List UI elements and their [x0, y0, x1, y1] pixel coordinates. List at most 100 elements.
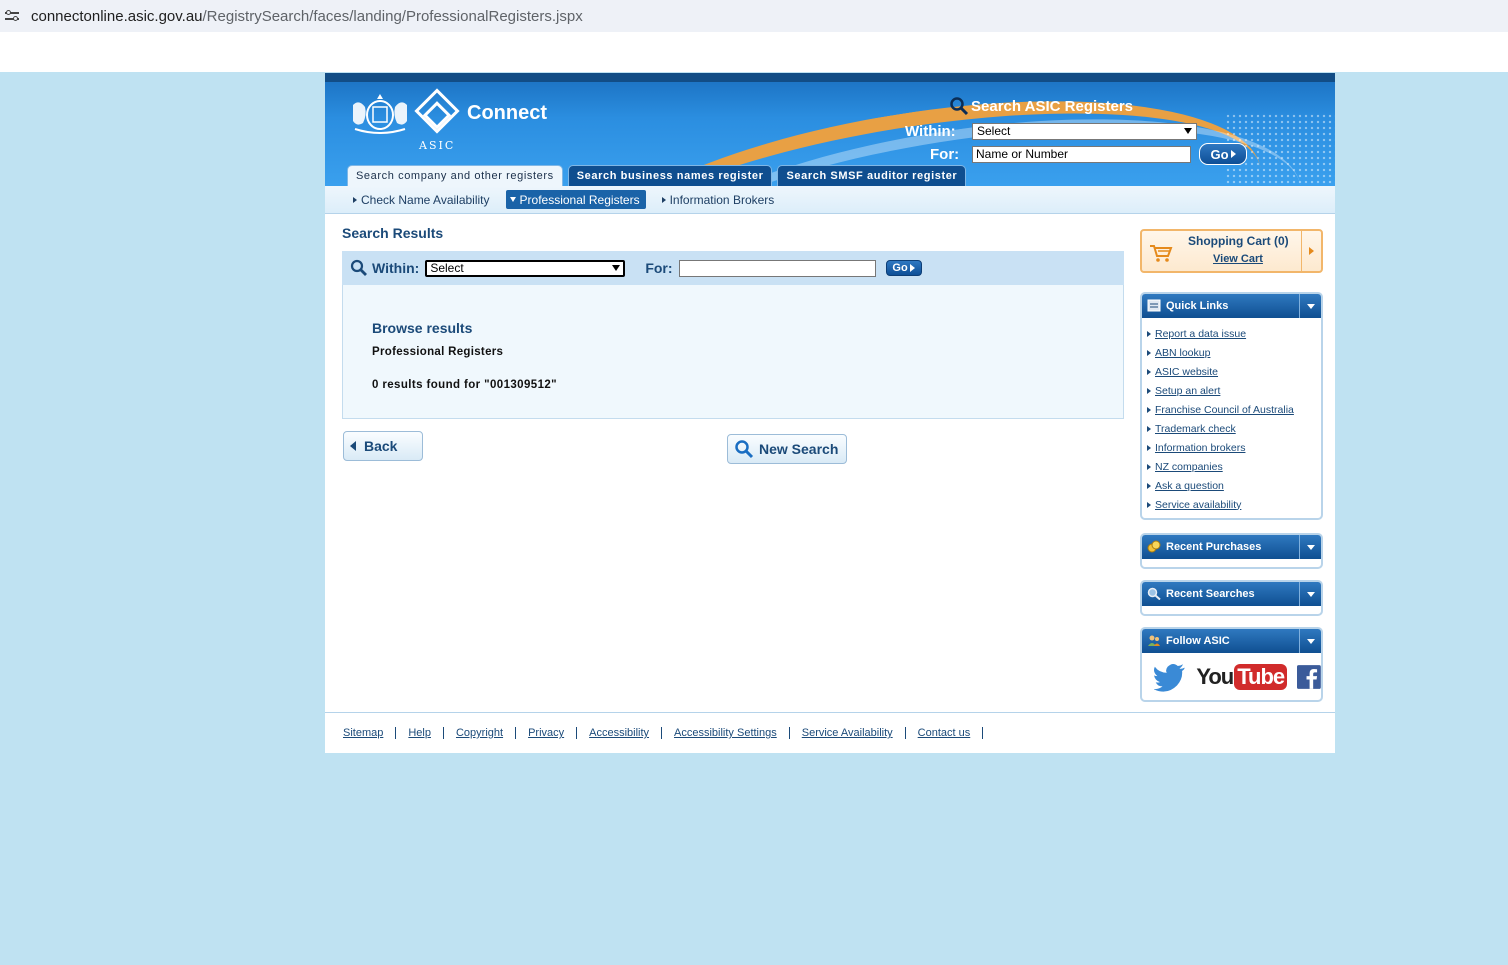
quick-link-information-brokers[interactable]: Information brokers — [1147, 438, 1321, 457]
search-icon — [950, 97, 969, 116]
header-for-input[interactable]: Name or Number — [972, 146, 1191, 163]
shopping-cart-box[interactable]: Shopping Cart (0) View Cart — [1140, 229, 1323, 273]
sub-navigation: Check Name Availability Professional Reg… — [325, 186, 1335, 214]
footer-link-copyright[interactable]: Copyright — [456, 727, 503, 739]
search-icon — [350, 259, 367, 276]
arrow-left-icon — [350, 441, 356, 451]
asic-logo-icon — [414, 88, 460, 134]
new-search-button[interactable]: New Search — [727, 434, 847, 464]
for-input[interactable] — [678, 259, 876, 277]
within-select[interactable]: Select — [425, 259, 626, 277]
site-info-icon[interactable] — [5, 10, 19, 22]
chevron-down-icon — [509, 197, 516, 202]
chevron-down-icon — [612, 264, 621, 271]
youtube-icon[interactable]: You Tube — [1196, 663, 1288, 690]
quick-link-report-data-issue[interactable]: Report a data issue — [1147, 324, 1321, 343]
quick-link-setup-alert[interactable]: Setup an alert — [1147, 381, 1321, 400]
facebook-icon[interactable] — [1297, 663, 1321, 691]
back-button[interactable]: Back — [343, 431, 423, 461]
quick-link-trademark-check[interactable]: Trademark check — [1147, 419, 1321, 438]
header-top-strip — [325, 73, 1335, 82]
tab-smsf-auditor[interactable]: Search SMSF auditor register — [777, 165, 967, 186]
recent-searches-toggle[interactable] — [1299, 582, 1321, 606]
follow-asic-header[interactable]: Follow ASIC — [1142, 629, 1321, 653]
chevron-down-icon — [1306, 591, 1315, 597]
chevron-down-icon — [1306, 303, 1315, 309]
site-footer: Sitemap Help Copyright Privacy Accessibi… — [325, 712, 1335, 753]
recent-searches-header[interactable]: Recent Searches — [1142, 582, 1321, 606]
header-go-button[interactable]: Go — [1199, 143, 1247, 165]
quick-link-service-availability[interactable]: Service availability — [1147, 495, 1321, 514]
page-title: Search Results — [342, 225, 444, 241]
arrow-right-icon — [1147, 463, 1151, 470]
header-search-title-text: Search ASIC Registers — [971, 97, 1134, 115]
quick-links-panel: Quick Links Report a data issue ABN look… — [1140, 292, 1323, 520]
browse-results-heading: Browse results — [372, 320, 473, 336]
link-list-icon — [1147, 299, 1161, 312]
url-text[interactable]: connectonline.asic.gov.au/RegistrySearch… — [31, 8, 583, 25]
coins-icon — [1147, 540, 1161, 553]
footer-link-privacy[interactable]: Privacy — [528, 727, 564, 739]
quick-links-toggle[interactable] — [1299, 294, 1321, 318]
browser-address-bar[interactable]: connectonline.asic.gov.au/RegistrySearch… — [0, 0, 1508, 32]
chevron-down-icon — [1306, 638, 1315, 644]
twitter-icon[interactable] — [1154, 661, 1186, 693]
follow-asic-panel: Follow ASIC You Tube — [1140, 627, 1323, 702]
coat-of-arms-icon — [353, 94, 407, 134]
go-button[interactable]: Go — [885, 260, 922, 276]
footer-divider — [442, 727, 444, 739]
footer-link-accessibility-settings[interactable]: Accessibility Settings — [674, 727, 777, 739]
quick-link-asic-website[interactable]: ASIC website — [1147, 362, 1321, 381]
for-label: For: — [645, 260, 673, 276]
subnav-professional-registers[interactable]: Professional Registers — [505, 190, 646, 209]
quick-link-ask-question[interactable]: Ask a question — [1147, 476, 1321, 495]
tab-company-registers[interactable]: Search company and other registers — [347, 165, 563, 186]
header-for-label: For: — [930, 146, 960, 163]
quick-link-franchise-council[interactable]: Franchise Council of Australia — [1147, 400, 1321, 419]
header-search-title: Search ASIC Registers — [949, 96, 1133, 116]
register-tabs: Search company and other registers Searc… — [347, 165, 967, 186]
results-search-bar: Within: Select For: Go — [342, 251, 1124, 285]
page-container: Connect ASIC Search ASIC Registers Withi… — [325, 73, 1335, 753]
quick-link-nz-companies[interactable]: NZ companies — [1147, 457, 1321, 476]
tab-business-names[interactable]: Search business names register — [567, 165, 773, 186]
site-header: Connect ASIC Search ASIC Registers Withi… — [325, 73, 1335, 186]
header-within-select[interactable]: Select — [972, 123, 1197, 140]
footer-divider — [395, 727, 397, 739]
subnav-check-name[interactable]: Check Name Availability — [351, 190, 492, 209]
recent-purchases-header[interactable]: Recent Purchases — [1142, 535, 1321, 559]
chevron-down-icon — [1184, 128, 1192, 134]
result-count: 0 results found for "001309512" — [372, 379, 558, 391]
cart-arrow-button[interactable] — [1301, 231, 1321, 271]
arrow-right-icon — [1147, 330, 1151, 337]
footer-link-accessibility[interactable]: Accessibility — [589, 727, 649, 739]
footer-divider — [576, 727, 578, 739]
view-cart-link[interactable]: View Cart — [1213, 253, 1263, 265]
shopping-cart-icon — [1150, 245, 1173, 262]
footer-link-service-availability[interactable]: Service Availability — [802, 727, 893, 739]
recent-purchases-toggle[interactable] — [1299, 535, 1321, 559]
people-icon — [1148, 635, 1160, 646]
register-name: Professional Registers — [372, 346, 504, 358]
subnav-information-brokers[interactable]: Information Brokers — [660, 190, 777, 209]
footer-divider — [904, 727, 906, 739]
recent-searches-panel: Recent Searches — [1140, 580, 1323, 616]
footer-link-sitemap[interactable]: Sitemap — [343, 727, 383, 739]
arrow-right-icon — [1147, 387, 1151, 394]
quick-links-header[interactable]: Quick Links — [1142, 294, 1321, 318]
search-icon — [735, 440, 754, 459]
arrow-right-icon — [353, 196, 357, 203]
quick-link-abn-lookup[interactable]: ABN lookup — [1147, 343, 1321, 362]
cart-title: Shopping Cart (0) — [1188, 234, 1289, 248]
footer-link-help[interactable]: Help — [408, 727, 431, 739]
arrow-right-icon — [1309, 247, 1314, 255]
results-panel: Browse results Professional Registers 0 … — [342, 285, 1124, 419]
footer-link-contact-us[interactable]: Contact us — [918, 727, 971, 739]
footer-divider — [788, 727, 790, 739]
magnifier-icon — [1147, 587, 1161, 600]
social-links: You Tube — [1142, 653, 1321, 700]
arrow-right-icon — [1147, 444, 1151, 451]
org-name: ASIC — [419, 139, 456, 152]
footer-divider — [982, 727, 984, 739]
follow-asic-toggle[interactable] — [1299, 629, 1321, 653]
